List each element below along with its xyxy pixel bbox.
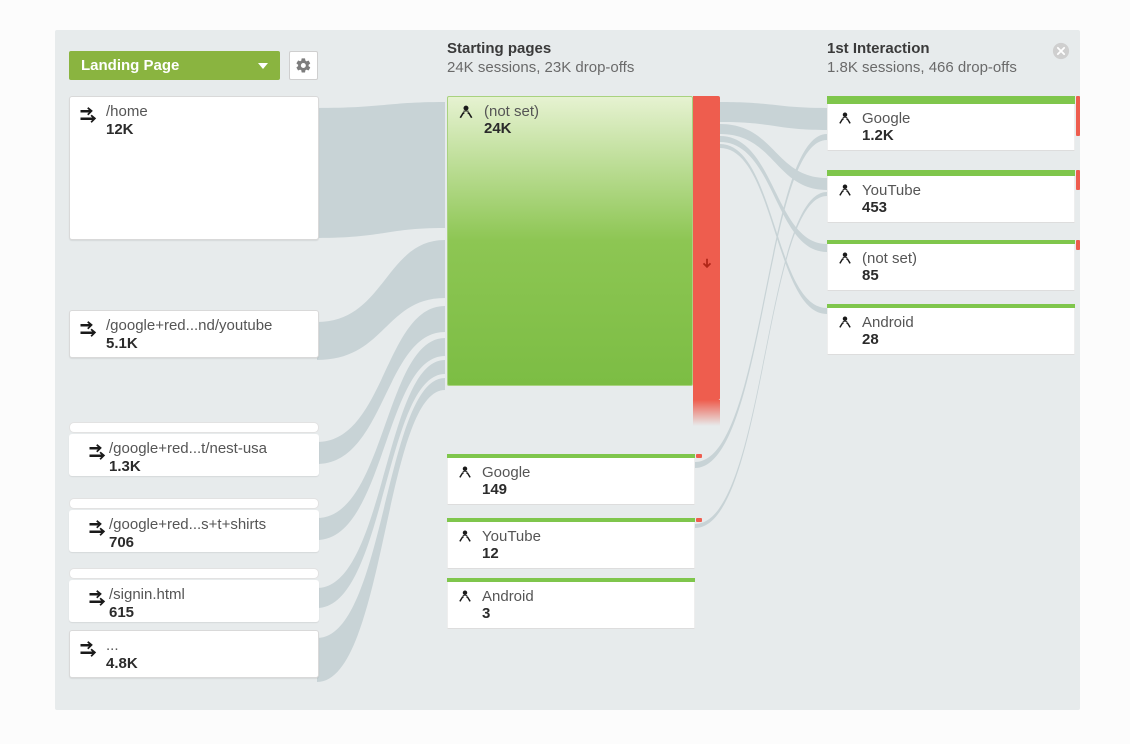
user-flow-icon	[836, 182, 854, 207]
starting-page-node[interactable]: YouTube 12	[447, 522, 695, 569]
node-value: 1.2K	[862, 127, 910, 144]
landing-page-node[interactable]: /home 12K	[69, 96, 319, 240]
first-interaction-node[interactable]: YouTube 453	[827, 176, 1075, 223]
node-value: 453	[862, 199, 921, 216]
node-value: 12K	[106, 121, 148, 138]
column-subtitle: 1.8K sessions, 466 drop-offs	[827, 59, 1067, 76]
dropoff-sliver	[1076, 170, 1080, 190]
dimension-selector[interactable]: Landing Page	[69, 51, 280, 80]
node-value: 149	[482, 481, 530, 498]
node-value: 1.3K	[109, 458, 267, 475]
landing-page-node[interactable]: /google+red...nd/youtube 5.1K	[69, 310, 319, 358]
user-flow-icon	[836, 250, 854, 275]
node-path: /signin.html	[109, 586, 185, 603]
settings-button[interactable]	[289, 51, 318, 80]
user-flow-icon	[836, 110, 854, 135]
through-traffic-icon	[78, 639, 98, 664]
node-value: 5.1K	[106, 335, 272, 352]
dropoff-fade	[693, 400, 720, 426]
landing-page-node[interactable]: /google+red...t/nest-usa 1.3K	[69, 434, 319, 476]
first-interaction-node[interactable]: Google 1.2K	[827, 104, 1075, 151]
node-value: 706	[109, 534, 266, 551]
node-path: ...	[106, 637, 138, 654]
through-traffic-icon	[87, 588, 107, 613]
node-path: Android	[862, 314, 914, 331]
node-value: 615	[109, 604, 185, 621]
through-traffic-icon	[87, 518, 107, 543]
node-value: 3	[482, 605, 534, 622]
dropoff-sliver	[1076, 96, 1080, 136]
user-flow-icon	[836, 314, 854, 339]
node-bar	[69, 498, 319, 509]
behavior-flow-canvas: Landing Page Starting pages 24K sessions…	[55, 30, 1080, 710]
chevron-down-icon	[258, 63, 268, 69]
node-value: 12	[482, 545, 541, 562]
through-traffic-icon	[78, 319, 98, 344]
gear-icon	[295, 57, 312, 74]
dropoff-bar[interactable]	[693, 96, 720, 400]
landing-page-node[interactable]: /signin.html 615	[69, 580, 319, 622]
node-value: 24K	[484, 120, 539, 137]
user-flow-icon	[456, 528, 474, 553]
node-path: /google+red...nd/youtube	[106, 317, 272, 334]
node-path: YouTube	[482, 528, 541, 545]
starting-page-node[interactable]: Google 149	[447, 458, 695, 505]
landing-page-node[interactable]: /google+red...s+t+shirts 706	[69, 510, 319, 552]
user-flow-icon	[456, 588, 474, 613]
first-interaction-node[interactable]: (not set) 85	[827, 244, 1075, 291]
user-flow-icon	[456, 103, 476, 130]
node-bar	[69, 568, 319, 579]
dimension-selector-label: Landing Page	[81, 57, 179, 74]
starting-page-node-primary[interactable]: (not set) 24K	[447, 96, 693, 386]
column-subtitle: 24K sessions, 23K drop-offs	[447, 59, 707, 76]
user-flow-icon	[456, 464, 474, 489]
node-bar	[69, 422, 319, 433]
node-path: /google+red...s+t+shirts	[109, 516, 266, 533]
node-value: 85	[862, 267, 917, 284]
dropoff-sliver	[696, 518, 702, 522]
close-icon	[1052, 42, 1070, 60]
remove-column-button[interactable]	[1052, 42, 1070, 60]
dropoff-arrow-icon	[700, 256, 714, 277]
node-path: Google	[482, 464, 530, 481]
node-path: /google+red...t/nest-usa	[109, 440, 267, 457]
node-path: YouTube	[862, 182, 921, 199]
node-value: 28	[862, 331, 914, 348]
node-top-bar	[827, 96, 1075, 104]
node-path: Google	[862, 110, 910, 127]
column-header-first-interaction: 1st Interaction 1.8K sessions, 466 drop-…	[827, 40, 1067, 76]
column-title: Starting pages	[447, 40, 707, 57]
landing-page-node-more[interactable]: ... 4.8K	[69, 630, 319, 678]
node-path: (not set)	[862, 250, 917, 267]
starting-page-node[interactable]: Android 3	[447, 582, 695, 629]
node-path: (not set)	[484, 103, 539, 120]
node-path: Android	[482, 588, 534, 605]
column-header-starting-pages: Starting pages 24K sessions, 23K drop-of…	[447, 40, 707, 76]
through-traffic-icon	[78, 105, 98, 130]
through-traffic-icon	[87, 442, 107, 467]
first-interaction-node[interactable]: Android 28	[827, 308, 1075, 355]
dropoff-sliver	[1076, 240, 1080, 250]
dropoff-sliver	[696, 454, 702, 458]
node-path: /home	[106, 103, 148, 120]
node-value: 4.8K	[106, 655, 138, 672]
column-title: 1st Interaction	[827, 40, 1067, 57]
